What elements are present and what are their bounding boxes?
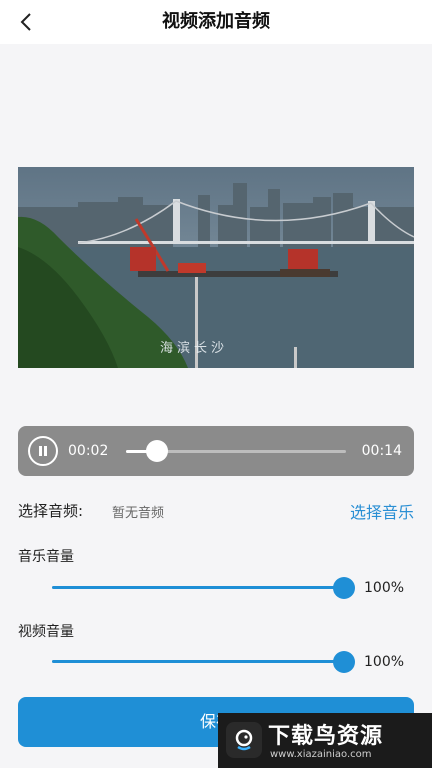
page-title: 视频添加音频 [162, 11, 270, 32]
audio-player-bar: 00:02 00:14 [18, 426, 414, 476]
video-volume-slider[interactable] [52, 651, 355, 673]
audio-value: 暂无音频 [112, 506, 165, 521]
watermark-overlay: 下载鸟资源 www.xiazainiao.com [218, 713, 432, 768]
video-volume-thumb[interactable] [333, 651, 355, 673]
video-volume-label: 视频音量 [18, 624, 74, 640]
progress-thumb[interactable] [145, 440, 168, 462]
audio-label: 选择音频: [18, 502, 84, 520]
select-music-link[interactable]: 选择音乐 [350, 499, 414, 523]
play-pause-button[interactable] [28, 436, 58, 466]
audio-select-row: 选择音频: 暂无音频 选择音乐 [18, 496, 414, 524]
video-volume-fill [52, 660, 344, 663]
watermark-title: 下载鸟资源 [268, 724, 384, 749]
music-volume-slider[interactable] [52, 577, 355, 599]
music-volume-label: 音乐音量 [18, 549, 74, 565]
current-time: 00:02 [68, 443, 109, 459]
watermark-url: www.xiazainiao.com [270, 749, 372, 760]
video-caption: 海滨长沙 [160, 341, 229, 356]
app-header: 视频添加音频 [0, 0, 432, 44]
music-volume-fill [52, 586, 344, 589]
pause-icon [39, 446, 47, 456]
music-volume-thumb[interactable] [333, 577, 355, 599]
music-volume-percent: 100% [364, 580, 405, 596]
total-time: 00:14 [361, 443, 402, 459]
video-volume-percent: 100% [364, 654, 405, 670]
bird-logo-icon [226, 722, 262, 758]
